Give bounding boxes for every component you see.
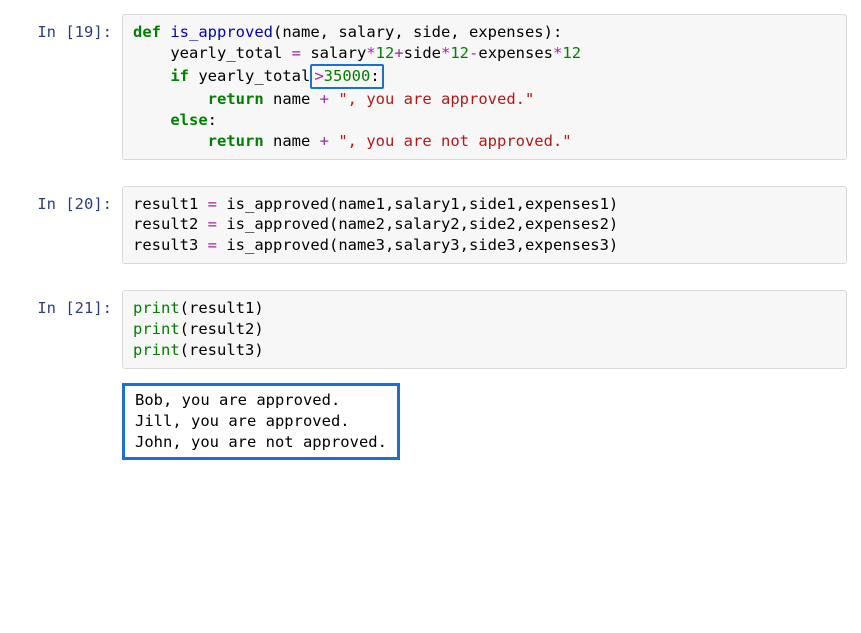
notebook-cell-19: In [19]: def is_approved(name, salary, s… [14,14,847,160]
notebook-cell-21: In [21]: print(result1) print(result2) p… [14,290,847,369]
cell-prompt: In [21]: [14,290,122,369]
notebook-cell-20: In [20]: result1 = is_approved(name1,sal… [14,186,847,265]
code-input[interactable]: print(result1) print(result2) print(resu… [122,290,847,369]
func-name: is_approved [170,23,273,41]
highlight-box-output: Bob, you are approved. Jill, you are app… [122,383,400,460]
cell-prompt: In [19]: [14,14,122,160]
output-prompt-spacer [14,377,112,466]
highlight-box-threshold: >35000: [310,64,383,89]
output-text: Bob, you are approved. Jill, you are app… [112,377,847,466]
code-input[interactable]: result1 = is_approved(name1,salary1,side… [122,186,847,265]
code-input[interactable]: def is_approved(name, salary, side, expe… [122,14,847,160]
cell-prompt: In [20]: [14,186,122,265]
cell-output-21: Bob, you are approved. Jill, you are app… [14,377,847,466]
kw-def: def [133,23,161,41]
